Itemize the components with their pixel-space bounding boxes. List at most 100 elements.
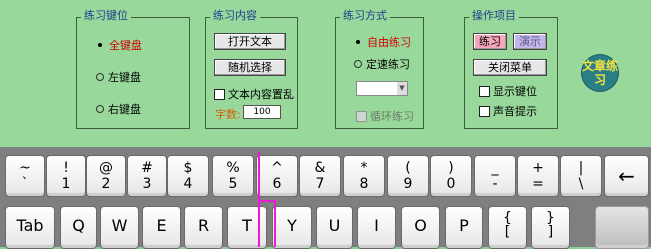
key-label: 9 bbox=[403, 176, 413, 192]
radio-timed-practice-label: 定速练习 bbox=[366, 58, 410, 71]
key-shift-label: | bbox=[578, 160, 584, 176]
key-shift-label: { bbox=[503, 210, 512, 226]
key-shift-label: ^ bbox=[271, 160, 283, 176]
key-row1-7: & 7 bbox=[299, 155, 341, 197]
radio-full-keyboard[interactable]: 全键盘 bbox=[96, 37, 142, 53]
random-select-button[interactable]: 随机选择 bbox=[214, 59, 286, 76]
key-label: Tab bbox=[16, 216, 44, 235]
key-row1-9: (9 bbox=[387, 155, 429, 197]
key-shift-label: + bbox=[532, 160, 544, 176]
key-shift-label: & bbox=[314, 160, 326, 176]
key-shift-label: ) bbox=[448, 160, 454, 176]
show-keys-checkbox[interactable]: 显示键位 bbox=[479, 83, 537, 99]
checkbox-icon bbox=[214, 88, 225, 100]
open-text-button[interactable]: 打开文本 bbox=[214, 33, 286, 50]
speed-select[interactable]: ▼ bbox=[356, 81, 408, 96]
shuffle-label: 文本内容置乱 bbox=[228, 88, 294, 101]
group-ops-title: 操作项目 bbox=[469, 9, 519, 23]
key-row2-0: Tab bbox=[5, 206, 55, 249]
loop-checkbox[interactable]: 循环练习 bbox=[356, 108, 414, 124]
key-row1-12: + = bbox=[517, 155, 559, 197]
key-row2-8: I bbox=[357, 206, 396, 249]
key-shift-label: ! bbox=[63, 160, 69, 176]
key-row1-0: ~ ` bbox=[5, 155, 45, 197]
settings-panel: 练习键位 全键盘 左键盘 右键盘 练习内容 打开文本 随机选择 文本内容置乱 字… bbox=[0, 0, 651, 147]
radio-right-keyboard[interactable]: 右键盘 bbox=[96, 101, 141, 117]
sound-label: 声音提示 bbox=[493, 105, 537, 118]
group-mode-title: 练习方式 bbox=[340, 9, 390, 23]
key-shift-label: @ bbox=[99, 160, 113, 176]
key-label: 0 bbox=[446, 176, 456, 192]
key-label: [ bbox=[504, 224, 511, 240]
key-row1-11: _ - bbox=[474, 155, 516, 197]
key-shift-label: _ bbox=[491, 160, 499, 176]
key-shift-label: # bbox=[141, 160, 153, 176]
key-label: ` bbox=[21, 176, 29, 192]
radio-free-practice[interactable]: 自由练习 bbox=[354, 34, 411, 50]
key-label: - bbox=[492, 176, 498, 192]
key-label: Q bbox=[72, 216, 85, 235]
loop-label: 循环练习 bbox=[370, 110, 414, 123]
key-row2-12: }] bbox=[531, 206, 570, 249]
key-label: 4 bbox=[183, 176, 193, 192]
word-count-input[interactable]: 100 bbox=[243, 105, 281, 119]
radio-icon bbox=[96, 105, 104, 113]
key-label: 2 bbox=[101, 176, 111, 192]
key-shift-label: } bbox=[546, 210, 555, 226]
checkbox-icon bbox=[479, 105, 490, 117]
key-shift-label: ( bbox=[405, 160, 411, 176]
radio-full-keyboard-label: 全键盘 bbox=[109, 39, 142, 52]
key-label: Y bbox=[287, 216, 297, 235]
checkbox-icon bbox=[356, 110, 367, 122]
key-row2-1: Q bbox=[60, 206, 97, 249]
key-row2-11: {[ bbox=[488, 206, 527, 249]
checkbox-icon bbox=[479, 85, 490, 97]
radio-icon bbox=[354, 60, 362, 68]
key-row1-2: @2 bbox=[86, 155, 126, 197]
radio-timed-practice[interactable]: 定速练习 bbox=[354, 56, 410, 72]
key-shift-label: ~ bbox=[19, 160, 31, 176]
key-label: ← bbox=[618, 164, 635, 188]
show-keys-label: 显示键位 bbox=[493, 85, 537, 98]
key-label: P bbox=[459, 216, 469, 235]
key-label: I bbox=[374, 216, 379, 235]
key-row2-5: T bbox=[227, 206, 267, 249]
demo-button[interactable]: 演示 bbox=[513, 33, 547, 50]
key-label: R bbox=[197, 216, 210, 235]
key-label: 3 bbox=[142, 176, 152, 192]
chevron-down-icon: ▼ bbox=[397, 82, 407, 95]
key-label: 5 bbox=[228, 176, 238, 192]
shuffle-checkbox[interactable]: 文本内容置乱 bbox=[214, 86, 294, 102]
group-content-title: 练习内容 bbox=[210, 9, 260, 23]
key-row2-7: U bbox=[316, 206, 353, 249]
key-shift-label: $ bbox=[183, 160, 193, 176]
key-label: \ bbox=[578, 176, 584, 192]
key-row1-13: | \ bbox=[560, 155, 602, 197]
key-shift-label: * bbox=[360, 160, 368, 176]
radio-left-keyboard-label: 左键盘 bbox=[108, 71, 141, 84]
key-row2-4: R bbox=[184, 206, 223, 249]
finger-guide-line bbox=[274, 200, 276, 247]
key-row2-3: E bbox=[142, 206, 181, 249]
key-shift-label: % bbox=[226, 160, 240, 176]
article-practice-badge[interactable]: 文章练习 bbox=[582, 55, 618, 91]
key-row1-8: * 8 bbox=[343, 155, 385, 197]
key-label: W bbox=[111, 216, 128, 235]
key-row1-10: ) 0 bbox=[430, 155, 472, 197]
key-label: O bbox=[414, 216, 427, 235]
finger-guide-line bbox=[258, 200, 275, 202]
radio-right-keyboard-label: 右键盘 bbox=[108, 103, 141, 116]
key-label: ] bbox=[547, 224, 554, 240]
radio-free-practice-label: 自由练习 bbox=[367, 36, 411, 49]
radio-left-keyboard[interactable]: 左键盘 bbox=[96, 69, 141, 85]
close-menu-button[interactable]: 关闭菜单 bbox=[473, 59, 547, 76]
radio-selected-icon bbox=[96, 41, 105, 50]
key-label: 6 bbox=[272, 176, 282, 192]
key-row1-1: ! 1 bbox=[46, 155, 86, 197]
key-label: 1 bbox=[61, 176, 71, 192]
practice-button[interactable]: 练习 bbox=[473, 33, 507, 50]
sound-checkbox[interactable]: 声音提示 bbox=[479, 103, 537, 119]
key-label: U bbox=[328, 216, 341, 235]
key-label: E bbox=[156, 216, 167, 235]
radio-icon bbox=[96, 73, 104, 81]
